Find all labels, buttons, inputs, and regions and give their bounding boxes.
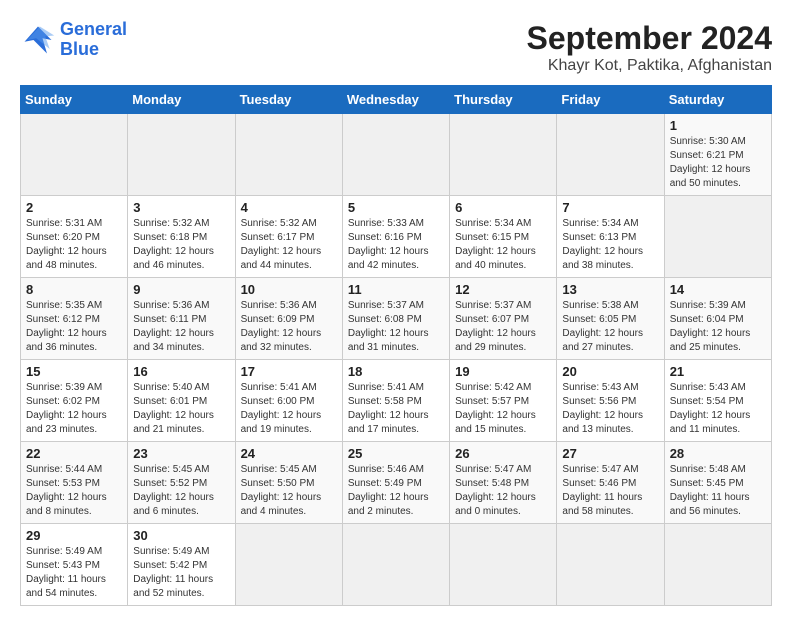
calendar-cell: 29Sunrise: 5:49 AMSunset: 5:43 PMDayligh… [21,524,128,606]
calendar-cell: 25Sunrise: 5:46 AMSunset: 5:49 PMDayligh… [342,442,449,524]
calendar-cell: 23Sunrise: 5:45 AMSunset: 5:52 PMDayligh… [128,442,235,524]
calendar-cell: 26Sunrise: 5:47 AMSunset: 5:48 PMDayligh… [450,442,557,524]
calendar-cell: 10Sunrise: 5:36 AMSunset: 6:09 PMDayligh… [235,278,342,360]
calendar-cell: 16Sunrise: 5:40 AMSunset: 6:01 PMDayligh… [128,360,235,442]
calendar-week-row: 29Sunrise: 5:49 AMSunset: 5:43 PMDayligh… [21,524,772,606]
calendar-cell: 1Sunrise: 5:30 AMSunset: 6:21 PMDaylight… [664,114,771,196]
calendar-cell-empty [342,114,449,196]
calendar-cell-empty [664,524,771,606]
calendar-week-row: 1Sunrise: 5:30 AMSunset: 6:21 PMDaylight… [21,114,772,196]
calendar-cell-empty [235,114,342,196]
calendar-cell: 17Sunrise: 5:41 AMSunset: 6:00 PMDayligh… [235,360,342,442]
calendar-cell: 2Sunrise: 5:31 AMSunset: 6:20 PMDaylight… [21,196,128,278]
calendar-cell: 7Sunrise: 5:34 AMSunset: 6:13 PMDaylight… [557,196,664,278]
calendar-cell-empty [450,524,557,606]
calendar-cell-empty [128,114,235,196]
calendar-cell: 28Sunrise: 5:48 AMSunset: 5:45 PMDayligh… [664,442,771,524]
page-header: General Blue September 2024 Khayr Kot, P… [20,20,772,75]
calendar-week-row: 2Sunrise: 5:31 AMSunset: 6:20 PMDaylight… [21,196,772,278]
calendar-cell-empty [557,114,664,196]
calendar-cell: 11Sunrise: 5:37 AMSunset: 6:08 PMDayligh… [342,278,449,360]
calendar-table: SundayMondayTuesdayWednesdayThursdayFrid… [20,85,772,606]
calendar-cell: 9Sunrise: 5:36 AMSunset: 6:11 PMDaylight… [128,278,235,360]
calendar-title: September 2024 [527,20,772,57]
calendar-cell: 5Sunrise: 5:33 AMSunset: 6:16 PMDaylight… [342,196,449,278]
calendar-cell: 8Sunrise: 5:35 AMSunset: 6:12 PMDaylight… [21,278,128,360]
calendar-cell: 4Sunrise: 5:32 AMSunset: 6:17 PMDaylight… [235,196,342,278]
weekday-header: Monday [128,86,235,114]
calendar-cell-empty [557,524,664,606]
calendar-cell: 21Sunrise: 5:43 AMSunset: 5:54 PMDayligh… [664,360,771,442]
calendar-cell-empty [342,524,449,606]
calendar-cell: 27Sunrise: 5:47 AMSunset: 5:46 PMDayligh… [557,442,664,524]
calendar-cell: 6Sunrise: 5:34 AMSunset: 6:15 PMDaylight… [450,196,557,278]
calendar-subtitle: Khayr Kot, Paktika, Afghanistan [527,57,772,75]
calendar-cell: 24Sunrise: 5:45 AMSunset: 5:50 PMDayligh… [235,442,342,524]
weekday-header: Thursday [450,86,557,114]
weekday-header-row: SundayMondayTuesdayWednesdayThursdayFrid… [21,86,772,114]
calendar-cell-empty [21,114,128,196]
calendar-cell-empty [450,114,557,196]
logo-text: General Blue [60,20,127,60]
weekday-header: Wednesday [342,86,449,114]
title-block: September 2024 Khayr Kot, Paktika, Afgha… [527,20,772,75]
calendar-cell: 3Sunrise: 5:32 AMSunset: 6:18 PMDaylight… [128,196,235,278]
weekday-header: Friday [557,86,664,114]
calendar-cell: 20Sunrise: 5:43 AMSunset: 5:56 PMDayligh… [557,360,664,442]
calendar-week-row: 15Sunrise: 5:39 AMSunset: 6:02 PMDayligh… [21,360,772,442]
logo-icon [20,22,56,58]
calendar-week-row: 22Sunrise: 5:44 AMSunset: 5:53 PMDayligh… [21,442,772,524]
calendar-cell: 22Sunrise: 5:44 AMSunset: 5:53 PMDayligh… [21,442,128,524]
calendar-week-row: 8Sunrise: 5:35 AMSunset: 6:12 PMDaylight… [21,278,772,360]
calendar-cell: 14Sunrise: 5:39 AMSunset: 6:04 PMDayligh… [664,278,771,360]
calendar-cell [664,196,771,278]
calendar-cell: 13Sunrise: 5:38 AMSunset: 6:05 PMDayligh… [557,278,664,360]
calendar-cell: 18Sunrise: 5:41 AMSunset: 5:58 PMDayligh… [342,360,449,442]
calendar-cell-empty [235,524,342,606]
weekday-header: Sunday [21,86,128,114]
logo: General Blue [20,20,127,60]
calendar-cell: 30Sunrise: 5:49 AMSunset: 5:42 PMDayligh… [128,524,235,606]
weekday-header: Saturday [664,86,771,114]
calendar-cell: 15Sunrise: 5:39 AMSunset: 6:02 PMDayligh… [21,360,128,442]
calendar-cell: 12Sunrise: 5:37 AMSunset: 6:07 PMDayligh… [450,278,557,360]
calendar-cell: 19Sunrise: 5:42 AMSunset: 5:57 PMDayligh… [450,360,557,442]
weekday-header: Tuesday [235,86,342,114]
